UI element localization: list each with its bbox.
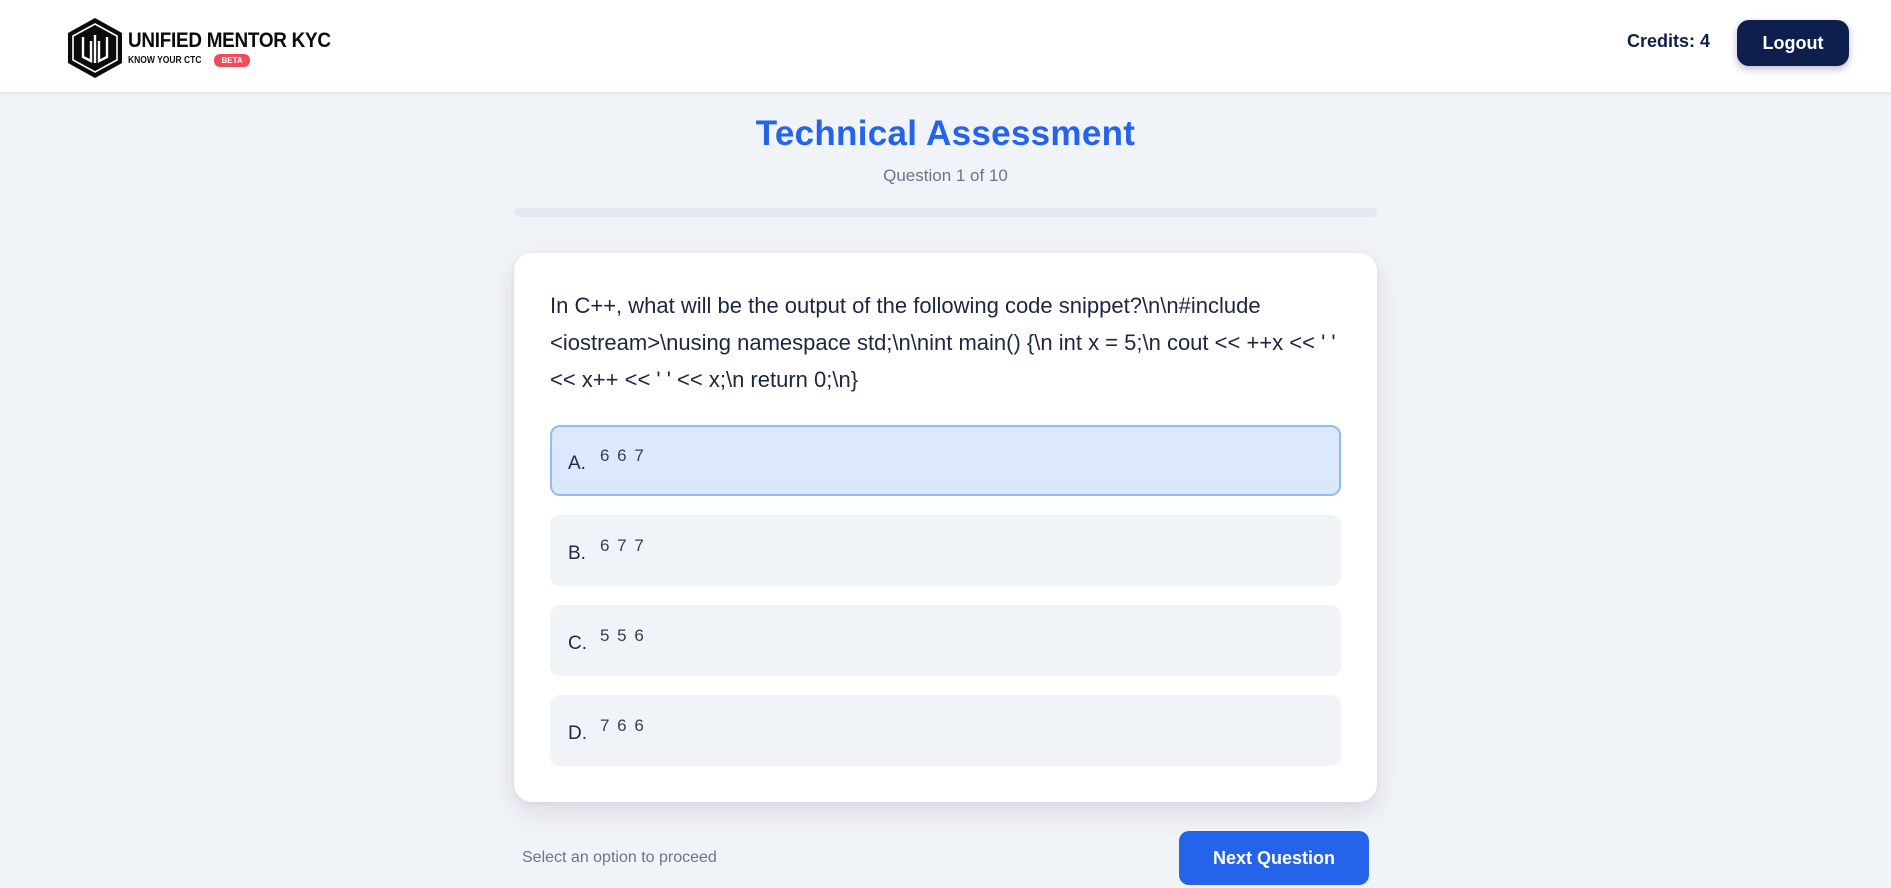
brand-title: UNIFIED MENTOR KYC <box>128 29 331 52</box>
question-text: In C++, what will be the output of the f… <box>550 293 1336 392</box>
logout-button[interactable]: Logout <box>1737 20 1849 66</box>
option-b[interactable]: B. 6 7 7 <box>550 515 1341 586</box>
option-c[interactable]: C. 5 5 6 <box>550 605 1341 676</box>
option-d[interactable]: D. 7 6 6 <box>550 695 1341 766</box>
page-title: Technical Assessment <box>755 114 1136 153</box>
option-a[interactable]: A. 6 6 7 <box>550 425 1341 496</box>
option-letter: A. <box>568 453 586 474</box>
option-text: 6 6 7 <box>600 446 646 465</box>
option-letter: C. <box>568 633 587 654</box>
progress-bar <box>514 208 1377 217</box>
top-header: UNIFIED MENTOR KYC KNOW YOUR CTC BETA Cr… <box>0 0 1891 93</box>
option-letter: D. <box>568 723 587 744</box>
option-text: 7 6 6 <box>600 716 646 735</box>
option-text: 6 7 7 <box>600 536 646 555</box>
question-progress-text: Question 1 of 10 <box>883 166 1008 185</box>
option-letter: B. <box>568 543 586 564</box>
option-text: 5 5 6 <box>600 626 646 645</box>
credits-counter: Credits: 4 <box>1626 31 1710 51</box>
hexagon-logo-icon <box>68 18 122 78</box>
question-card: In C++, what will be the output of the f… <box>514 253 1377 802</box>
next-question-button[interactable]: Next Question <box>1179 831 1369 885</box>
proceed-hint: Select an option to proceed <box>522 849 717 866</box>
brand-tagline: KNOW YOUR CTC <box>128 55 202 66</box>
beta-badge: BETA <box>214 54 250 67</box>
brand-logo[interactable]: UNIFIED MENTOR KYC KNOW YOUR CTC BETA <box>66 17 353 79</box>
